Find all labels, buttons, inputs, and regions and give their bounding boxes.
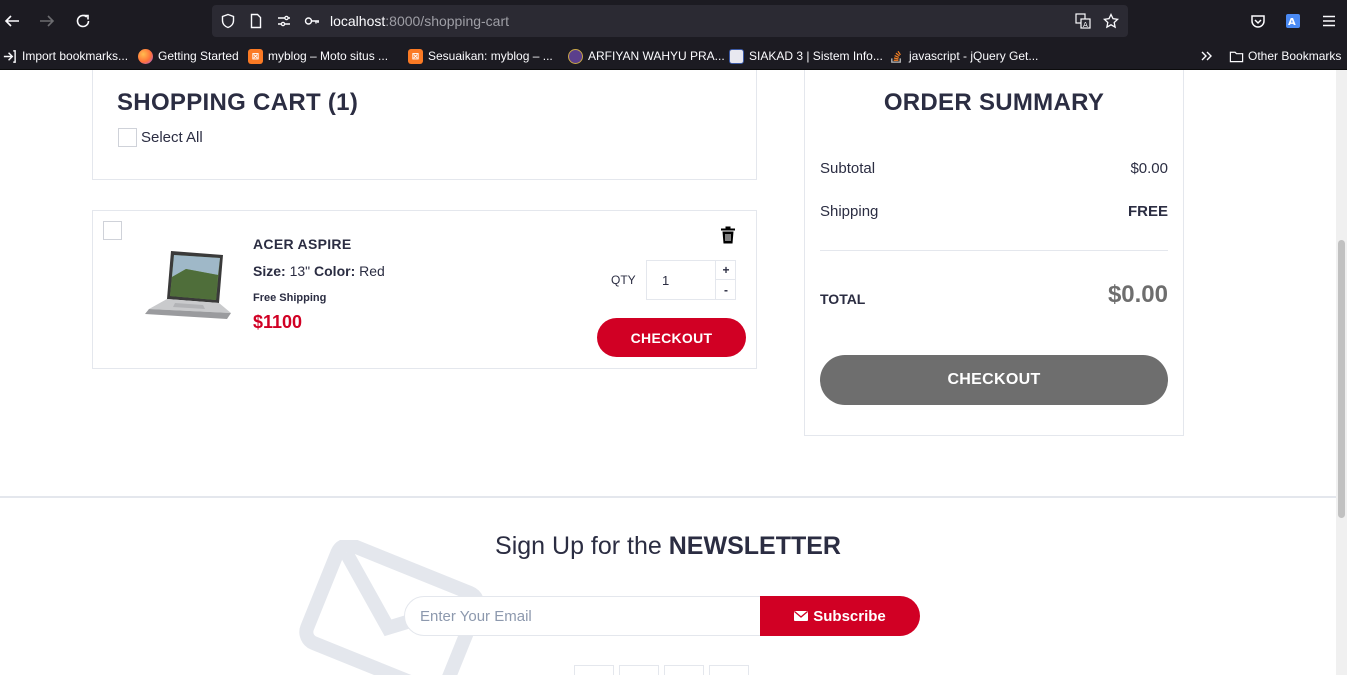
product-shipping: Free Shipping [253,292,327,304]
qty-increase-button[interactable]: + [715,261,736,280]
folder-icon [1229,51,1244,62]
bookmarks-bar: Import bookmarks... Getting Started ⊠ my… [0,42,1347,70]
summary-divider [820,250,1168,251]
item-checkout-button[interactable]: CHECKOUT [597,318,746,357]
permissions-icon[interactable] [276,13,292,29]
subtotal-value: $0.00 [1130,160,1168,177]
newsletter-title: Sign Up for the NEWSLETTER [495,532,841,560]
summary-title: ORDER SUMMARY [883,89,1105,116]
cart-title: SHOPPING CART (1) [117,89,359,116]
quantity-stepper: + - [646,260,736,300]
blog-icon: ⊠ [408,48,423,64]
page-content: SHOPPING CART (1) Select All ACER ASPIRE… [0,70,1336,675]
forward-icon[interactable] [35,9,59,33]
total-value: $0.00 [1107,281,1168,308]
import-icon [3,49,16,63]
blog-icon: ⊠ [248,48,263,64]
siakad-icon [729,48,744,64]
product-name[interactable]: ACER ASPIRE [253,236,351,252]
email-input[interactable]: Enter Your Email [404,596,764,636]
bookmark-import[interactable]: Import bookmarks... [2,48,128,64]
bookmarks-overflow-icon[interactable] [1200,48,1214,64]
seal-icon [568,48,583,64]
cart-header-card [92,70,757,180]
social-link[interactable] [574,665,614,675]
menu-icon[interactable] [1317,9,1341,33]
trash-icon[interactable] [720,226,736,244]
key-icon[interactable] [304,13,320,29]
back-icon[interactable] [0,9,24,33]
social-link[interactable] [664,665,704,675]
qty-decrease-button[interactable]: - [715,280,736,299]
quantity-input[interactable] [662,273,707,288]
social-link[interactable] [619,665,659,675]
pocket-icon[interactable] [1246,9,1270,33]
shipping-label: Shipping [820,203,879,220]
subscribe-button[interactable]: Subscribe [760,596,920,636]
scrollbar-thumb[interactable] [1338,240,1345,518]
total-label: TOTAL [820,291,866,307]
select-all-checkbox[interactable] [118,128,137,147]
product-attributes: Size: 13" Color: Red [253,263,385,279]
qty-label: QTY [611,273,636,287]
url-text[interactable]: localhost:8000/shopping-cart [330,13,509,29]
stackoverflow-icon [891,50,901,63]
page-icon[interactable] [248,13,264,29]
newsletter-divider [0,496,1336,498]
star-icon[interactable] [1103,13,1119,29]
bookmark-javascript[interactable]: javascript - jQuery Get... [889,48,1038,64]
subtotal-label: Subtotal [820,160,876,177]
other-bookmarks[interactable]: Other Bookmarks [1229,48,1341,64]
reload-icon[interactable] [71,9,95,33]
browser-toolbar: localhost:8000/shopping-cart A A [0,0,1347,42]
item-checkbox[interactable] [103,221,122,240]
svg-text:A: A [1288,17,1296,28]
bookmark-myblog[interactable]: ⊠ myblog – Moto situs ... [248,48,388,64]
svg-text:A: A [1083,21,1088,29]
translate-icon[interactable]: A [1075,13,1091,29]
url-bar[interactable]: localhost:8000/shopping-cart A [212,5,1128,37]
shield-icon[interactable] [220,13,236,29]
shipping-value: FREE [1127,203,1168,220]
bookmark-arfiyan[interactable]: ARFIYAN WAHYU PRA... [568,48,725,64]
translate-extension-icon[interactable]: A [1281,9,1305,33]
page-scrollbar[interactable] [1336,70,1347,675]
social-link[interactable] [709,665,749,675]
select-all-label: Select All [141,129,203,146]
product-price: $1100 [253,312,303,332]
summary-checkout-button[interactable]: CHECKOUT [820,355,1168,405]
envelope-small-icon [794,611,809,621]
firefox-icon [138,48,153,64]
bookmark-sesuaikan[interactable]: ⊠ Sesuaikan: myblog – ... [408,48,553,64]
product-image[interactable] [141,247,231,323]
bookmark-getting-started[interactable]: Getting Started [138,48,239,64]
bookmark-siakad[interactable]: SIAKAD 3 | Sistem Info... [729,48,883,64]
